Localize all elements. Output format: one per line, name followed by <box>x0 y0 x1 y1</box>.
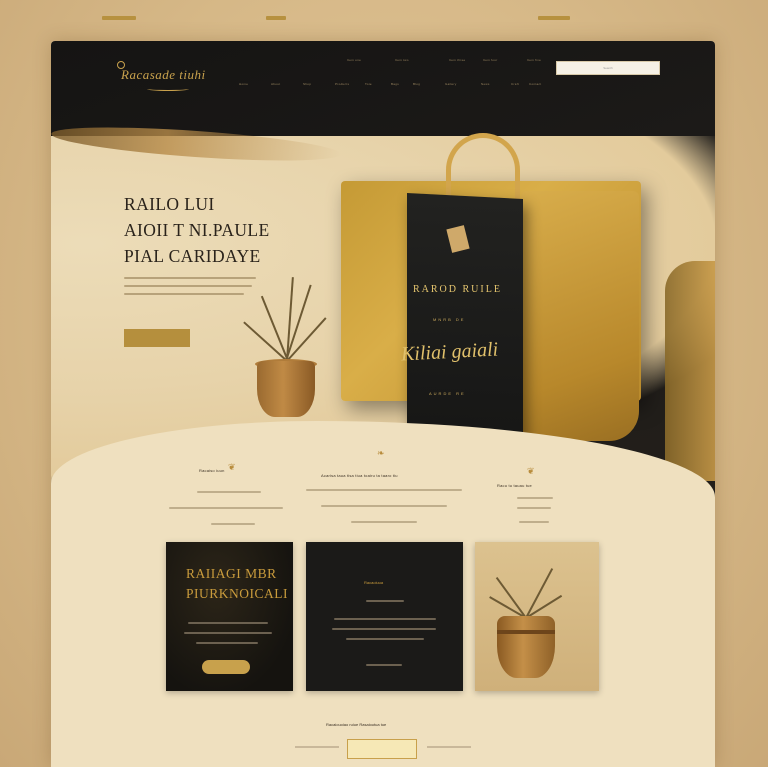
info-card-dark[interactable]: Racaoiuua <box>306 542 463 691</box>
tote-bag-fold <box>521 191 639 441</box>
image-card-plant[interactable] <box>475 542 599 691</box>
hero-title-line: AIOII T NI.PAULE <box>124 220 270 240</box>
feature-text-line <box>306 489 462 491</box>
nav-top-item[interactable]: Item one <box>347 58 361 62</box>
plant-leaf <box>495 576 527 619</box>
search-input[interactable]: Search <box>556 61 660 75</box>
bag-label-text: MNRB DE <box>433 317 466 322</box>
nav-item-news[interactable]: News <box>481 82 490 86</box>
feature-title: Racu tu tauau tue <box>497 483 532 488</box>
feature-text-line <box>197 491 261 493</box>
card-text-line <box>184 632 272 634</box>
top-decoration <box>102 16 136 20</box>
leaf-icon: ❦ <box>527 466 535 476</box>
feature-text-line <box>519 521 549 523</box>
feature-text-line <box>169 507 283 509</box>
nav-item-craft[interactable]: Craft <box>511 82 519 86</box>
card-text-line <box>366 664 402 666</box>
feature-title: Acarisa taua tisa tiua toairu ta taaro t… <box>321 473 398 478</box>
plant-pot <box>497 616 555 678</box>
nav-item-about[interactable]: About <box>271 82 280 86</box>
pot-band <box>497 630 555 634</box>
card-title-line: RAIIAGI MBR <box>186 566 277 581</box>
nav-item-products[interactable]: Products <box>335 82 349 86</box>
top-decoration <box>538 16 570 20</box>
hero-title-line: PIAL CARIDAYE <box>124 246 261 266</box>
site-logo[interactable]: Racasade tiuhi <box>121 67 206 83</box>
card-text-line <box>346 638 424 640</box>
nav-item-bags[interactable]: Bags <box>391 82 399 86</box>
card-button[interactable] <box>202 660 250 674</box>
nav-item-contact[interactable]: Contact <box>529 82 541 86</box>
feature-text-line <box>517 497 553 499</box>
feature-text-line <box>517 507 551 509</box>
nav-top-item[interactable]: Item three <box>449 58 466 62</box>
hero-title-line: RAILO LUI <box>124 194 215 214</box>
feature-text-line <box>211 523 255 525</box>
nav-item-blog[interactable]: Blog <box>413 82 420 86</box>
card-text-line <box>366 600 404 602</box>
hero-title: RAILO LUI AIOII T NI.PAULE PIAL CARIDAYE <box>124 191 270 269</box>
nav-top-item[interactable]: Item two <box>395 58 409 62</box>
hero-subtitle-line <box>124 293 244 295</box>
card-title: Racaoiuua <box>364 580 384 585</box>
footer-button[interactable] <box>347 739 417 759</box>
hero-subtitle-line <box>124 285 252 287</box>
nav-item-gallery[interactable]: Gallery <box>445 82 457 86</box>
website-mockup: Racasade tiuhi Item one Item two Item th… <box>51 41 715 767</box>
card-text-line <box>188 622 268 624</box>
feature-text-line <box>321 505 447 507</box>
plant-pot <box>257 361 315 417</box>
card-text-line <box>196 642 258 644</box>
feature-title: Racaiso iuun <box>199 468 225 473</box>
hero-cta-button[interactable] <box>124 329 190 347</box>
card-text-line <box>332 628 436 630</box>
card-title-line: PIURKNOICALI <box>186 586 288 601</box>
card-text-line <box>334 618 436 620</box>
nav-item-shop[interactable]: Shop <box>303 82 311 86</box>
top-decoration <box>266 16 286 20</box>
feature-text-line <box>351 521 417 523</box>
hero-subtitle-line <box>124 277 256 279</box>
footer-text: Racaiouoiao ruiue Rasaioutua tue <box>326 722 387 727</box>
nav-top-item[interactable]: Item five <box>527 58 541 62</box>
nav-item-tote[interactable]: Tote <box>365 82 372 86</box>
footer-divider <box>295 746 339 748</box>
leaf-icon: ❦ <box>228 462 236 472</box>
bag-label-text: AURDE RE <box>429 391 466 396</box>
nav-top-item[interactable]: Item four <box>483 58 498 62</box>
leaf-icon: ❧ <box>377 448 385 458</box>
promo-card-dark[interactable]: RAIIAGI MBR PIURKNOICALI <box>166 542 293 691</box>
nav-item-home[interactable]: Home <box>239 82 248 86</box>
card-title: RAIIAGI MBR PIURKNOICALI <box>186 564 288 604</box>
bag-label-text: RAROD RUILE <box>413 284 502 295</box>
gold-edge-decoration <box>665 261 715 481</box>
logo-swash <box>147 87 189 91</box>
footer-divider <box>427 746 471 748</box>
